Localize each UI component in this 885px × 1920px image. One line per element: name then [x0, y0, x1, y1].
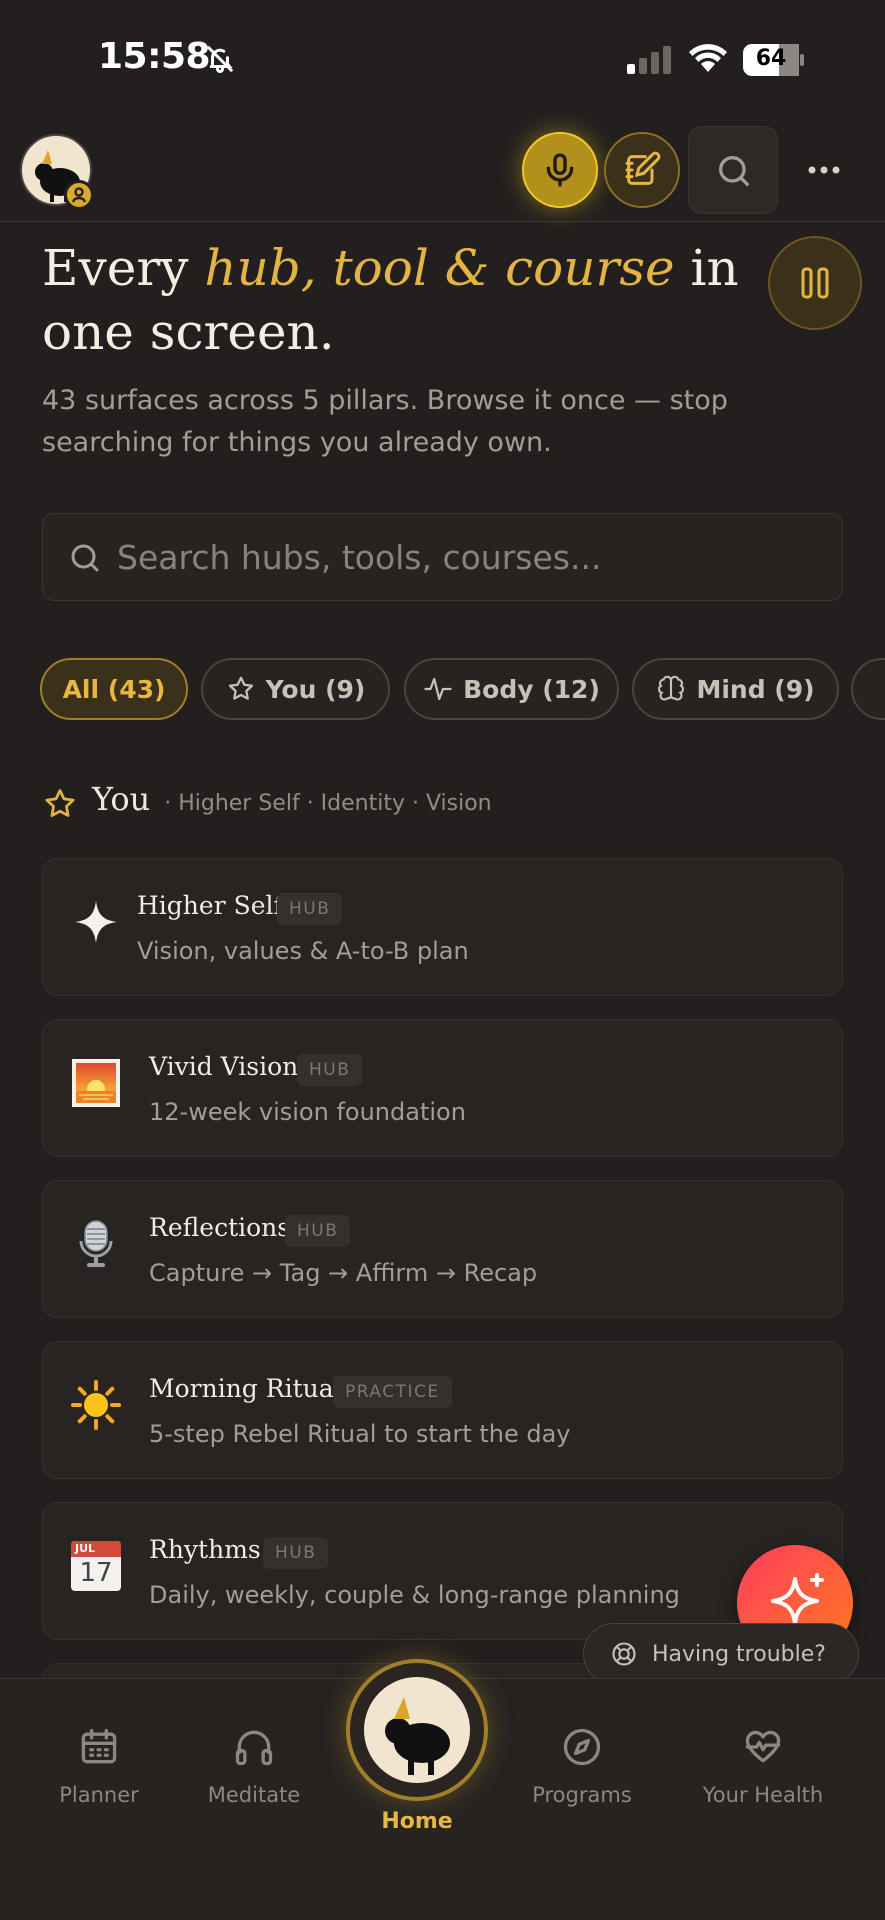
- page-subtitle: 43 surfaces across 5 pillars. Browse it …: [42, 385, 728, 458]
- sunrise-icon: [72, 1059, 120, 1107]
- filter-chip-label: All (43): [62, 674, 166, 704]
- card-vivid-vision[interactable]: Vivid Vision HUB 12-week vision foundati…: [42, 1019, 843, 1157]
- wifi-icon: [689, 44, 727, 72]
- card-tag: PRACTICE: [333, 1376, 452, 1408]
- star-icon: [228, 676, 253, 700]
- filter-chip-all[interactable]: All (43): [40, 658, 188, 720]
- card-description: Capture → Tag → Affirm → Recap: [149, 1259, 538, 1287]
- title-text-start: Every: [42, 239, 205, 297]
- lifebuoy-icon: [612, 1642, 636, 1666]
- card-higher-self[interactable]: Higher Self HUB Vision, values & A-to-B …: [42, 858, 843, 996]
- status-time: 15:58: [98, 36, 211, 77]
- nav-your-health[interactable]: Your Health: [683, 1725, 843, 1807]
- app-header: [0, 118, 885, 222]
- page-title: Every hub, tool & course in one screen.: [42, 236, 742, 364]
- microphone-icon: [546, 153, 574, 187]
- nav-label: Programs: [532, 1783, 632, 1807]
- filter-chip-label: Mind (9): [696, 674, 815, 704]
- card-description: Daily, weekly, couple & long-range plann…: [149, 1581, 680, 1609]
- card-reflections[interactable]: Reflections HUB Capture → Tag → Affirm →…: [42, 1180, 843, 1318]
- card-tag: HUB: [297, 1054, 363, 1086]
- nav-label: Planner: [59, 1783, 139, 1807]
- header-search-button[interactable]: [688, 126, 778, 214]
- nav-label: Your Health: [702, 1783, 824, 1807]
- compass-icon: [563, 1728, 601, 1766]
- filter-chips: All (43) You (9) Body (12) Mind (9): [0, 658, 885, 722]
- card-description: Vision, values & A-to-B plan: [137, 937, 469, 965]
- card-morning-ritual[interactable]: Morning Ritual PRACTICE 5-step Rebel Rit…: [42, 1341, 843, 1479]
- card-tag: HUB: [263, 1537, 329, 1569]
- status-bar: 15:58 64: [0, 0, 885, 118]
- journal-button[interactable]: [604, 132, 680, 208]
- card-tag: HUB: [277, 893, 343, 925]
- calendar-icon: [81, 1728, 117, 1764]
- calendar-day: 17: [79, 1558, 113, 1588]
- calendar-icon: JUL 17: [71, 1541, 121, 1591]
- filter-chip-you[interactable]: You (9): [201, 658, 390, 720]
- help-button[interactable]: Having trouble?: [583, 1623, 859, 1685]
- search-icon: [71, 544, 99, 572]
- sun-icon: [71, 1380, 121, 1430]
- nav-programs[interactable]: Programs: [502, 1725, 662, 1807]
- card-rhythms[interactable]: JUL 17 Rhythms HUB Daily, weekly, couple…: [42, 1502, 843, 1640]
- nav-label: Meditate: [207, 1783, 301, 1807]
- cell-signal-icon: [627, 46, 671, 74]
- microphone-icon: [79, 1220, 113, 1267]
- account-badge-icon: [64, 180, 94, 210]
- bell-muted-icon: [207, 46, 233, 73]
- nav-planner[interactable]: Planner: [19, 1725, 179, 1807]
- search-input[interactable]: [117, 514, 817, 600]
- section-header-you: You · Higher Self · Identity · Vision: [42, 780, 492, 828]
- card-title: Vivid Vision: [149, 1052, 299, 1081]
- filter-chip-mind[interactable]: Mind (9): [632, 658, 839, 720]
- nav-home[interactable]: [346, 1659, 488, 1801]
- section-meta: · Higher Self · Identity · Vision: [164, 791, 492, 816]
- search-bar[interactable]: [42, 513, 843, 601]
- filter-chip-next[interactable]: [851, 658, 885, 720]
- card-description: 12-week vision foundation: [149, 1098, 466, 1126]
- black-sheep-logo-icon: [364, 1677, 470, 1783]
- more-dots-icon: [808, 166, 840, 174]
- card-title: Rhythms: [149, 1535, 261, 1564]
- nav-meditate[interactable]: Meditate: [174, 1725, 334, 1807]
- pulse-icon: [424, 677, 452, 701]
- card-title: Reflections: [149, 1213, 291, 1242]
- voice-button[interactable]: [522, 132, 598, 208]
- bottom-navigation: Planner Meditate Home Programs Your Heal…: [0, 1659, 885, 1920]
- filter-chip-body[interactable]: Body (12): [404, 658, 619, 720]
- battery-indicator: 64: [743, 44, 805, 76]
- more-menu-button[interactable]: [800, 148, 848, 192]
- heart-pulse-icon: [745, 1730, 781, 1763]
- headphones-icon: [235, 1730, 273, 1766]
- card-description: 5-step Rebel Ritual to start the day: [149, 1420, 571, 1448]
- pause-icon: [801, 267, 829, 299]
- star-icon: [45, 789, 75, 817]
- card-title: Higher Self: [137, 891, 283, 920]
- nav-label-active: Home: [381, 1809, 453, 1834]
- search-icon: [719, 156, 749, 186]
- calendar-month: JUL: [71, 1541, 121, 1557]
- brain-icon: [658, 675, 685, 701]
- notebook-pen-icon: [625, 151, 661, 185]
- section-title: You: [92, 780, 151, 818]
- card-title: Morning Ritual: [149, 1374, 342, 1403]
- filter-chip-label: You (9): [265, 674, 366, 704]
- battery-level: 64: [755, 46, 787, 71]
- help-label: Having trouble?: [652, 1641, 826, 1667]
- pause-button[interactable]: [768, 236, 862, 330]
- title-text-accent: hub, tool & course: [204, 239, 675, 297]
- sparkle-icon: [75, 901, 117, 943]
- card-tag: HUB: [285, 1215, 351, 1247]
- filter-chip-label: Body (12): [463, 674, 600, 704]
